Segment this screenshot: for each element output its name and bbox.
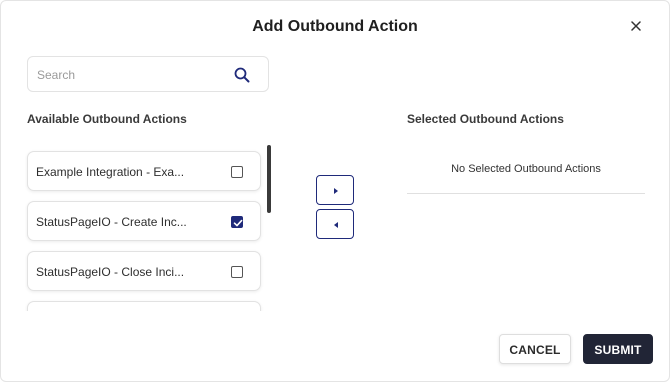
checkbox[interactable] (231, 166, 243, 178)
available-actions-list: Example Integration - Exa... StatusPageI… (25, 145, 275, 311)
search-input[interactable] (37, 66, 217, 84)
submit-button[interactable]: SUBMIT (583, 334, 653, 364)
divider (407, 193, 645, 194)
list-item[interactable]: StatusPageIO - Create Inc... (27, 201, 261, 241)
list-item[interactable] (27, 301, 261, 311)
search-box (27, 56, 269, 92)
list-item[interactable]: StatusPageIO - Close Inci... (27, 251, 261, 291)
close-icon[interactable] (629, 19, 643, 33)
list-scrollbar[interactable] (267, 145, 271, 213)
cancel-button[interactable]: CANCEL (499, 334, 571, 364)
move-right-button[interactable] (316, 175, 354, 205)
check-icon (233, 219, 243, 227)
list-item-label: StatusPageIO - Create Inc... (36, 215, 187, 229)
search-icon[interactable] (234, 67, 250, 83)
available-actions-heading: Available Outbound Actions (27, 112, 187, 126)
list-item-label: Example Integration - Exa... (36, 165, 185, 179)
move-left-button[interactable] (316, 209, 354, 239)
list-item-label: StatusPageIO - Close Inci... (36, 265, 185, 279)
dialog-title: Add Outbound Action (252, 18, 418, 35)
add-outbound-action-dialog: Add Outbound Action Available Outbound A… (0, 0, 670, 382)
empty-selection-message: No Selected Outbound Actions (451, 163, 601, 175)
caret-right-icon (334, 188, 338, 194)
checkbox[interactable] (231, 266, 243, 278)
list-item[interactable]: Example Integration - Exa... (27, 151, 261, 191)
checkbox[interactable] (231, 216, 243, 228)
selected-actions-heading: Selected Outbound Actions (407, 112, 564, 126)
caret-left-icon (334, 222, 338, 228)
